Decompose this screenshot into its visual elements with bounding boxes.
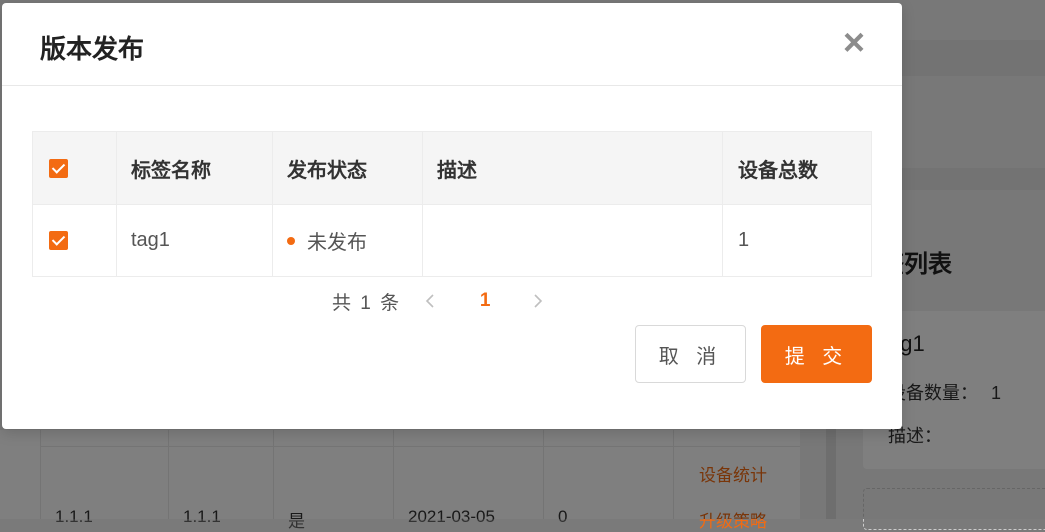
tag-table: 标签名称 发布状态 描述 设备总数 tag1 未发布 1 (32, 131, 872, 277)
pagination-total: 共 1 条 (332, 292, 402, 314)
close-icon[interactable]: × (836, 24, 872, 62)
cell-device-total: 1 (722, 205, 872, 276)
prev-page-icon[interactable] (417, 288, 443, 314)
header-description: 描述 (422, 132, 722, 204)
header-device-total: 设备总数 (722, 132, 872, 204)
modal-title: 版本发布 (40, 34, 145, 64)
table-header-row: 标签名称 发布状态 描述 设备总数 (32, 131, 872, 205)
page-number-current[interactable]: 1 (465, 290, 505, 312)
status-text: 未发布 (307, 232, 367, 254)
cell-tag-name: tag1 (116, 205, 272, 276)
modal-header: 版本发布 × (2, 3, 902, 86)
header-select-all-cell (33, 132, 116, 204)
publish-version-modal: 版本发布 × 标签名称 发布状态 描述 设备总数 tag1 未发布 1 共 1 … (2, 3, 902, 429)
row-checkbox[interactable] (49, 231, 68, 250)
submit-button[interactable]: 提 交 (761, 325, 872, 383)
pagination: 共 1 条 1 (332, 287, 551, 315)
cell-publish-status: 未发布 (272, 205, 422, 276)
row-select-cell (33, 205, 116, 276)
cell-description (422, 205, 722, 276)
table-row[interactable]: tag1 未发布 1 (32, 205, 872, 277)
header-publish-status: 发布状态 (272, 132, 422, 204)
header-tag-name: 标签名称 (116, 132, 272, 204)
status-dot-icon (287, 236, 295, 245)
next-page-icon[interactable] (525, 288, 551, 314)
cancel-button[interactable]: 取 消 (635, 325, 746, 383)
select-all-checkbox[interactable] (49, 158, 68, 178)
